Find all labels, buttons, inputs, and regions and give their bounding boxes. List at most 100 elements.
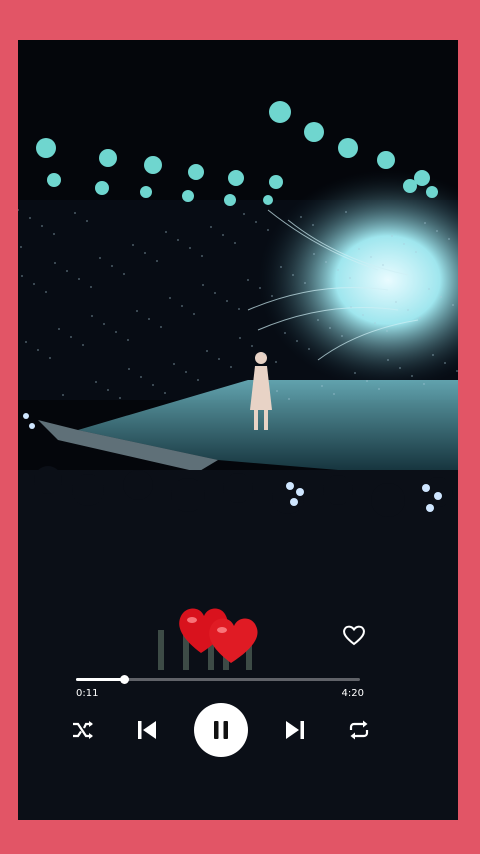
sparkle: [128, 368, 130, 370]
sparkle: [226, 300, 228, 302]
sparkle: [218, 358, 220, 360]
sparkle: [271, 295, 273, 297]
sparkle: [263, 353, 265, 355]
sparkle: [247, 279, 249, 281]
previous-button[interactable]: [130, 713, 164, 747]
sparkle: [456, 370, 458, 372]
sparkle: [354, 372, 356, 374]
sparkle: [29, 217, 31, 219]
sparkle: [391, 235, 393, 237]
sparkle: [127, 339, 129, 341]
sparkle: [160, 326, 162, 328]
repeat-button[interactable]: [342, 713, 376, 747]
sparkle: [164, 392, 166, 394]
video-frame: 0:11 4:20: [18, 40, 458, 820]
sparkle: [333, 393, 335, 395]
sparkle: [62, 394, 64, 396]
repeat-icon: [349, 720, 369, 740]
favorite-button[interactable]: [338, 620, 370, 650]
stage-light: [47, 173, 61, 187]
sparkle: [239, 337, 241, 339]
sparkle: [20, 246, 22, 248]
sparkle: [54, 262, 56, 264]
sparkle: [86, 220, 88, 222]
sparkle: [448, 238, 450, 240]
sparkle: [424, 222, 426, 224]
sparkle: [374, 322, 376, 324]
progress-bar[interactable]: [76, 675, 360, 684]
stage-light: [224, 194, 236, 206]
sparkle: [18, 209, 19, 211]
sparkle: [53, 233, 55, 235]
sparkle: [82, 344, 84, 346]
skip-next-icon: [286, 721, 304, 739]
sparkle: [386, 330, 388, 332]
sparkle: [238, 308, 240, 310]
stage-light: [403, 179, 417, 193]
stage-light: [269, 175, 283, 189]
elapsed-time: 0:11: [76, 688, 99, 699]
sparkle: [349, 277, 351, 279]
sparkle: [206, 350, 208, 352]
progress-fill: [76, 678, 125, 681]
pause-button[interactable]: [194, 703, 248, 757]
stage-light: [144, 156, 162, 174]
sparkle: [21, 275, 23, 277]
stage-light: [228, 170, 244, 186]
sparkle: [90, 286, 92, 288]
sparkle: [185, 371, 187, 373]
shuffle-button[interactable]: [66, 713, 100, 747]
stage-lights: [18, 101, 458, 400]
sparkle: [399, 367, 401, 369]
sparkle: [292, 274, 294, 276]
sparkle: [280, 266, 282, 268]
two-red-hearts-icon: [179, 608, 258, 663]
sparkle: [132, 244, 134, 246]
next-button[interactable]: [278, 713, 312, 747]
sparkle: [111, 265, 113, 267]
sparkle: [321, 385, 323, 387]
sparkle: [329, 327, 331, 329]
sparkle: [115, 331, 117, 333]
sparkle: [148, 318, 150, 320]
sparkle: [358, 248, 360, 250]
sparkle: [366, 380, 368, 382]
stage-light: [304, 122, 324, 142]
sparkle: [403, 243, 405, 245]
sparkle: [144, 252, 146, 254]
sparkle: [337, 269, 339, 271]
stage-light: [95, 181, 109, 195]
sparkle: [181, 305, 183, 307]
sparkle: [276, 390, 278, 392]
sparkle: [317, 319, 319, 321]
sparkle: [152, 384, 154, 386]
stage-light: [377, 151, 395, 169]
sparkle: [288, 398, 290, 400]
sparkle: [107, 389, 109, 391]
stage-light: [182, 190, 194, 202]
sparkle: [428, 288, 430, 290]
sparkle: [284, 332, 286, 334]
stage-light: [269, 101, 291, 123]
stage-light: [338, 138, 358, 158]
sparkle: [58, 328, 60, 330]
pause-icon: [214, 721, 228, 739]
sparkle: [49, 357, 51, 359]
heart-outline-icon: [343, 625, 365, 646]
sparkle: [202, 284, 204, 286]
sparkle: [165, 231, 167, 233]
sparkle: [300, 216, 302, 218]
sparkle: [41, 225, 43, 227]
sparkle: [230, 366, 232, 368]
sparkle: [255, 221, 257, 223]
sparkle: [173, 363, 175, 365]
sparkle: [259, 287, 261, 289]
sparkle: [177, 239, 179, 241]
sparkle: [345, 211, 347, 213]
sparkle: [74, 212, 76, 214]
sparkle: [444, 362, 446, 364]
sparkle: [45, 291, 47, 293]
sparkle: [440, 296, 442, 298]
sparkle: [123, 273, 125, 275]
sparkle: [350, 306, 352, 308]
